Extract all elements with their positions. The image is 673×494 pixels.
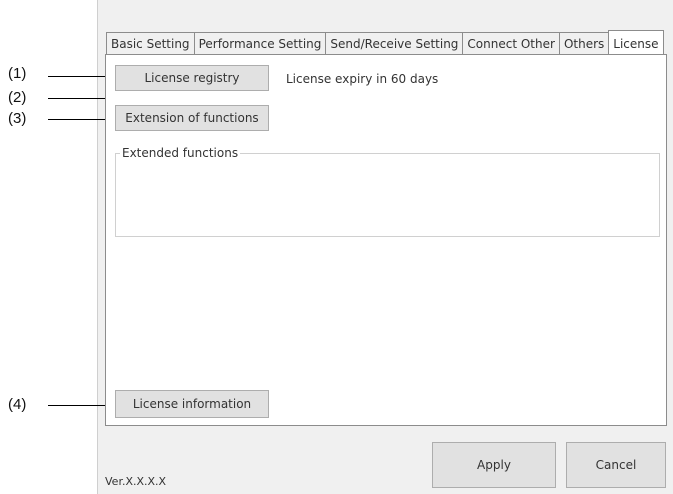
tab-connect-other[interactable]: Connect Other	[462, 32, 560, 54]
license-expiry-text: License expiry in 60 days	[286, 72, 439, 86]
tab-send-receive-setting[interactable]: Send/Receive Setting	[325, 32, 464, 54]
license-information-button[interactable]: License information	[115, 390, 269, 418]
callout-1: (1)	[8, 65, 27, 82]
tab-bar: Basic Setting Performance Setting Send/R…	[106, 30, 664, 54]
extended-functions-group: Extended functions	[115, 146, 660, 237]
tab-performance-setting[interactable]: Performance Setting	[193, 32, 327, 54]
extended-functions-label: Extended functions	[120, 146, 241, 160]
tab-license[interactable]: License	[608, 30, 664, 54]
apply-button[interactable]: Apply	[432, 442, 556, 488]
extension-of-functions-button[interactable]: Extension of functions	[115, 105, 269, 131]
callout-4: (4)	[8, 396, 27, 413]
tab-others[interactable]: Others	[558, 32, 610, 54]
version-label: Ver.X.X.X.X	[105, 475, 167, 488]
callout-3: (3)	[8, 110, 27, 127]
license-panel: License registry License expiry in 60 da…	[105, 54, 667, 426]
callout-2: (2)	[8, 89, 27, 106]
tab-basic-setting[interactable]: Basic Setting	[106, 32, 195, 54]
cancel-button[interactable]: Cancel	[566, 442, 666, 488]
license-registry-button[interactable]: License registry	[115, 65, 269, 91]
